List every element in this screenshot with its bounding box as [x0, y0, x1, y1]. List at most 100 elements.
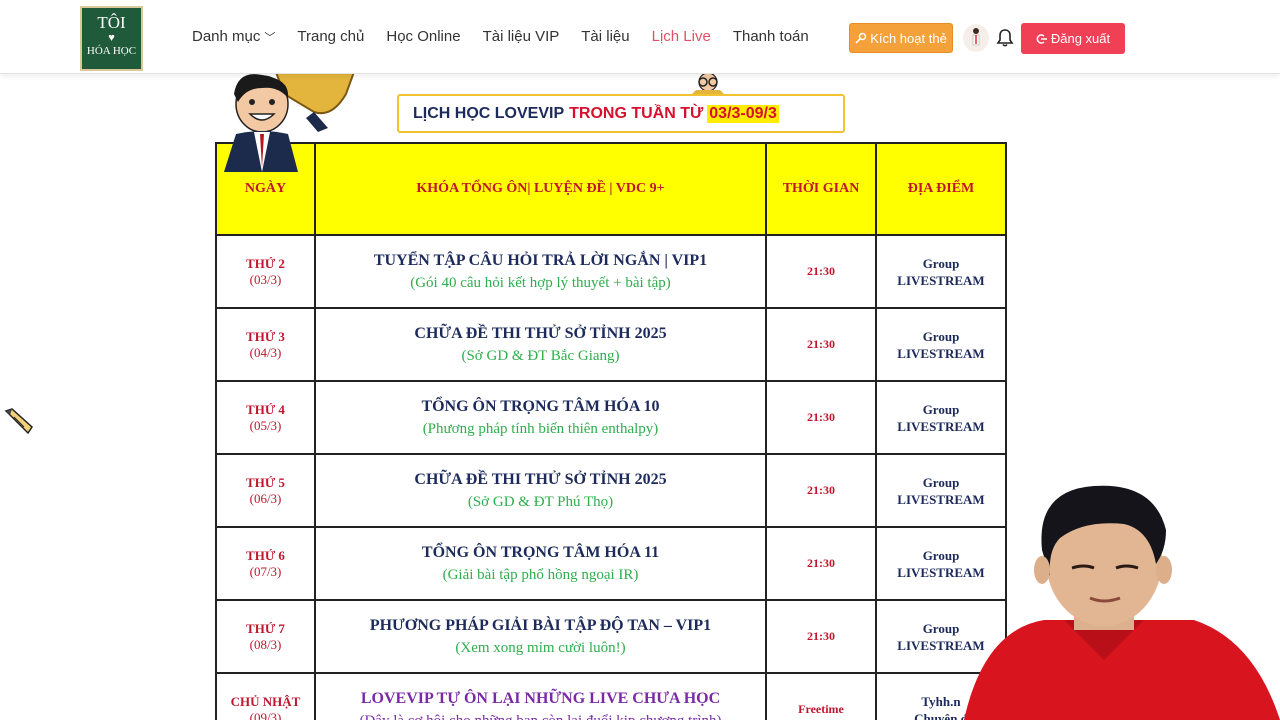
- course-cell: CHỮA ĐỀ THI THỬ SỞ TỈNH 2025 (Sở GD & ĐT …: [314, 453, 767, 528]
- day-cell: THỨ 2 (03/3): [215, 234, 316, 309]
- course-title: TUYỂN TẬP CÂU HỎI TRẢ LỜI NGẮN | VIP1: [373, 251, 708, 269]
- table-row: CHỦ NHẬT (09/3) LOVEVIP TỰ ÔN LẠI NHỮNG L…: [215, 672, 1007, 720]
- key-icon: [855, 32, 867, 44]
- logo-line1: TÔI: [97, 13, 126, 32]
- day-date: (08/3): [249, 636, 282, 652]
- time-cell: 21:30: [765, 380, 877, 455]
- day-date: (06/3): [249, 490, 282, 506]
- nav-label: Học Online: [386, 28, 461, 45]
- time-cell: 21:30: [765, 599, 877, 674]
- day-cell: THỨ 3 (04/3): [215, 307, 316, 382]
- header-course: KHÓA TỔNG ÔN| LUYỆN ĐỀ | VDC 9+: [314, 142, 767, 236]
- time-cell: 21:30: [765, 234, 877, 309]
- day-name: CHỦ NHẬT: [230, 693, 301, 709]
- course-cell: PHƯƠNG PHÁP GIẢI BÀI TẬP ĐỘ TAN – VIP1 (X…: [314, 599, 767, 674]
- place-cell: Group LIVESTREAM: [875, 234, 1007, 309]
- nav-hoc-online[interactable]: Học Online: [386, 28, 460, 45]
- day-date: (09/3): [249, 709, 282, 720]
- main-nav: Danh mục ﹀ Trang chủ Học Online Tài liệu …: [192, 28, 831, 45]
- course-cell: TỔNG ÔN TRỌNG TÂM HÓA 10 (Phương pháp tín…: [314, 380, 767, 455]
- place-line2: LIVESTREAM: [897, 272, 985, 288]
- course-cell: TỔNG ÔN TRỌNG TÂM HÓA 11 (Giải bài tập ph…: [314, 526, 767, 601]
- logout-label: Đăng xuất: [1050, 31, 1111, 46]
- place-line2: LIVESTREAM: [897, 345, 985, 361]
- place-line1: Group: [922, 401, 960, 417]
- table-row: THỨ 6 (07/3) TỔNG ÔN TRỌNG TÂM HÓA 11 (Giả…: [215, 526, 1007, 601]
- schedule-table: NGÀY KHÓA TỔNG ÔN| LUYỆN ĐỀ | VDC 9+ THỜ…: [215, 142, 1007, 720]
- nav-danh-muc[interactable]: Danh mục ﹀: [192, 28, 275, 45]
- course-title: PHƯƠNG PHÁP GIẢI BÀI TẬP ĐỘ TAN – VIP1: [369, 616, 712, 634]
- course-subtitle: (Đây là cơ hội cho những bạn còn lại đuổ…: [316, 710, 765, 720]
- chevron-down-icon: ﹀: [264, 32, 276, 44]
- site-logo[interactable]: TÔI ♥ HÓA HỌC: [80, 6, 143, 71]
- day-name: THỨ 7: [246, 620, 285, 636]
- course-subtitle: (Sở GD & ĐT Phú Thọ): [467, 493, 614, 510]
- day-name: THỨ 3: [246, 328, 285, 344]
- logo-line2: HÓA HỌC: [86, 45, 137, 57]
- course-title: TỔNG ÔN TRỌNG TÂM HÓA 11: [421, 543, 660, 561]
- day-date: (04/3): [249, 344, 282, 360]
- place-cell: Group LIVESTREAM: [875, 380, 1007, 455]
- course-cell: CHỮA ĐỀ THI THỬ SỞ TỈNH 2025 (Sở GD & ĐT …: [314, 307, 767, 382]
- time-cell: 21:30: [765, 526, 877, 601]
- nav-label: Lịch Live: [651, 28, 711, 45]
- course-subtitle: (Phương pháp tính biến thiên enthalpy): [422, 420, 659, 437]
- course-subtitle: (Xem xong mỉm cười luôn!): [455, 639, 626, 656]
- day-cell: THỨ 5 (06/3): [215, 453, 316, 528]
- cartoon-mascot-image: [224, 72, 354, 172]
- place-line2: LIVESTREAM: [897, 418, 985, 434]
- time-cell: Freetime: [765, 672, 877, 720]
- day-date: (07/3): [249, 563, 282, 579]
- activate-card-button[interactable]: Kích hoạt thẻ: [849, 23, 953, 53]
- pencil-cursor-icon: [4, 408, 33, 435]
- header-place: ĐỊA ĐIỂM: [875, 142, 1007, 236]
- day-name: THỨ 2: [246, 255, 285, 271]
- day-cell: THỨ 6 (07/3): [215, 526, 316, 601]
- table-row: THỨ 2 (03/3) TUYỂN TẬP CÂU HỎI TRẢ LỜI NG…: [215, 234, 1007, 309]
- table-row: THỨ 7 (08/3) PHƯƠNG PHÁP GIẢI BÀI TẬP ĐỘ …: [215, 599, 1007, 674]
- nav-lich-live[interactable]: Lịch Live: [652, 28, 711, 45]
- logout-icon: [1036, 33, 1047, 44]
- avatar-figure-icon: [972, 28, 980, 46]
- table-row: THỨ 5 (06/3) CHỮA ĐỀ THI THỬ SỞ TỈNH 2025…: [215, 453, 1007, 528]
- nav-tai-lieu-vip[interactable]: Tài liệu VIP: [483, 28, 560, 45]
- site-header: TÔI ♥ HÓA HỌC Danh mục ﹀ Trang chủ Học On…: [0, 0, 1280, 74]
- time-cell: 21:30: [765, 453, 877, 528]
- nav-label: Thanh toán: [732, 28, 809, 45]
- day-cell: THỨ 7 (08/3): [215, 599, 316, 674]
- place-cell: Group LIVESTREAM: [875, 307, 1007, 382]
- course-cell: LOVEVIP TỰ ÔN LẠI NHỮNG LIVE CHƯA HỌC (Đâ…: [314, 672, 767, 720]
- place-line1: Group: [922, 328, 960, 344]
- banner-date-range: 03/3-09/3: [707, 104, 779, 123]
- day-date: (03/3): [249, 271, 282, 287]
- time-cell: 21:30: [765, 307, 877, 382]
- user-avatar[interactable]: [963, 24, 989, 52]
- nav-thanh-toan[interactable]: Thanh toán: [733, 28, 809, 45]
- bell-icon[interactable]: [996, 28, 1014, 48]
- nav-label: Tài liệu: [581, 28, 630, 45]
- day-cell: THỨ 4 (05/3): [215, 380, 316, 455]
- course-subtitle: (Gói 40 câu hỏi kết hợp lý thuyết + bài …: [410, 274, 671, 291]
- nav-label: Tài liệu VIP: [482, 28, 560, 45]
- course-cell: TUYỂN TẬP CÂU HỎI TRẢ LỜI NGẮN | VIP1 (Gó…: [314, 234, 767, 309]
- table-row: THỨ 4 (05/3) TỔNG ÔN TRỌNG TÂM HÓA 10 (Phư…: [215, 380, 1007, 455]
- nav-label: Danh mục: [192, 28, 261, 45]
- course-title: CHỮA ĐỀ THI THỬ SỞ TỈNH 2025: [414, 470, 667, 488]
- day-cell: CHỦ NHẬT (09/3): [215, 672, 316, 720]
- course-title: TỔNG ÔN TRỌNG TÂM HÓA 10: [421, 397, 660, 415]
- nav-label: Trang chủ: [297, 28, 365, 45]
- day-name: THỨ 4: [246, 401, 285, 417]
- day-name: THỨ 6: [246, 547, 285, 563]
- banner-title: LỊCH HỌC LOVEVIP: [413, 104, 565, 122]
- webcam-presenter-video: [964, 485, 1280, 720]
- nav-trang-chu[interactable]: Trang chủ: [297, 28, 364, 45]
- week-banner: LỊCH HỌC LOVEVIP TRONG TUẦN TỪ 03/3-09/3: [397, 94, 845, 133]
- table-row: THỨ 3 (04/3) CHỮA ĐỀ THI THỬ SỞ TỈNH 2025…: [215, 307, 1007, 382]
- cartoon-figure-icon: [690, 72, 726, 96]
- place-line1: Group: [922, 255, 960, 271]
- logout-button[interactable]: Đăng xuất: [1021, 23, 1125, 54]
- course-subtitle: (Sở GD & ĐT Bắc Giang): [461, 347, 620, 364]
- day-name: THỨ 5: [246, 474, 285, 490]
- nav-tai-lieu[interactable]: Tài liệu: [581, 28, 629, 45]
- logo-heart-icon: ♥: [108, 32, 115, 44]
